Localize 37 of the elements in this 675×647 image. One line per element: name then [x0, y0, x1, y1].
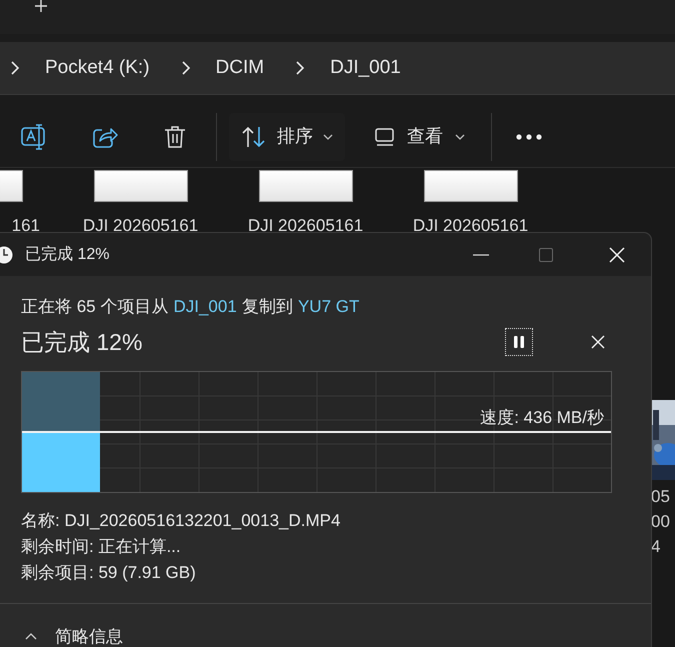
detail-text: 剩余时间: 正在计算...: [21, 536, 182, 558]
file-thumbnail[interactable]: [424, 170, 518, 202]
view-button[interactable]: 查看: [363, 112, 477, 160]
detail-text: 名称: DJI_20260516132201_0013_D.MP4: [21, 510, 342, 532]
speed-label: 速度: 436 MB/秒: [480, 407, 604, 429]
file-name[interactable]: 4: [651, 534, 670, 559]
pause-button[interactable]: [505, 328, 533, 356]
delete-icon[interactable]: [164, 124, 186, 148]
minimize-icon[interactable]: [473, 254, 489, 256]
file-name[interactable]: 05: [651, 484, 670, 509]
file-thumbnail[interactable]: [258, 170, 352, 202]
more-icon[interactable]: [516, 134, 542, 140]
breadcrumb-item[interactable]: DJI_001: [330, 54, 401, 82]
add-tab-icon[interactable]: [34, 0, 48, 14]
chevron-right-icon: [180, 60, 191, 76]
chevron-right-icon: [295, 60, 306, 76]
cancel-icon[interactable]: [591, 334, 605, 349]
clock-icon: [0, 244, 15, 264]
maximize-icon[interactable]: [539, 248, 553, 262]
caret-icon: [455, 132, 465, 140]
file-thumbnail[interactable]: [94, 170, 188, 202]
chevron-up-icon: [25, 632, 37, 640]
window-title: 已完成 12%: [25, 244, 110, 264]
rename-icon[interactable]: [20, 124, 48, 150]
file-name[interactable]: 00: [651, 509, 670, 534]
breadcrumb-item[interactable]: Pocket4 (K:): [45, 54, 150, 82]
copy-message: 正在将 65 个项目从 DJI_001 复制到 YU7 GT: [21, 296, 360, 318]
detail-text: 剩余项目: 59 (7.91 GB): [21, 562, 197, 584]
breadcrumb-item[interactable]: DCIM: [216, 54, 264, 82]
rectangle-icon: [375, 128, 395, 146]
sort-arrows-icon: [241, 126, 267, 148]
caret-icon: [323, 132, 333, 140]
pause-icon: [513, 334, 525, 349]
chevron-right-icon: [10, 60, 20, 76]
close-icon[interactable]: [609, 246, 625, 262]
details-toggle[interactable]: 简略信息: [25, 624, 123, 647]
progress-heading: 已完成 12%: [21, 328, 142, 356]
